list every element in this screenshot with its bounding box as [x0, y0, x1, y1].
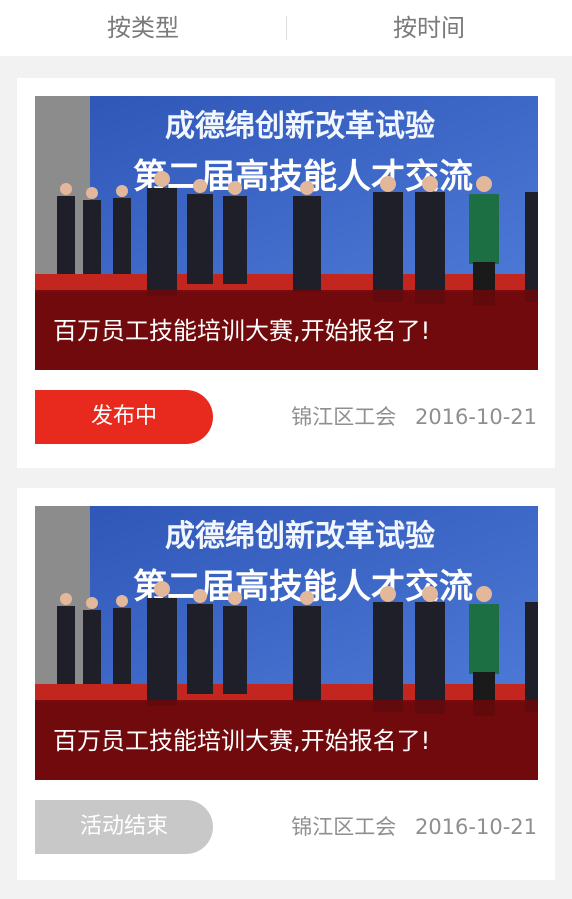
- activity-list: 成德绵创新改革试验 第二届高技能人才交流 百万员工技能培训大赛,开始报名了! 发…: [0, 56, 572, 880]
- organizer: 锦江区工会: [291, 815, 397, 839]
- banner-line-1: 成德绵创新改革试验: [165, 519, 435, 554]
- organizer: 锦江区工会: [291, 405, 397, 429]
- status-badge[interactable]: 活动结束: [35, 800, 213, 854]
- publish-date: 2016-10-21: [414, 815, 537, 839]
- activity-card[interactable]: 成德绵创新改革试验 第二届高技能人才交流: [17, 488, 555, 880]
- tab-by-time[interactable]: 按时间: [286, 0, 572, 56]
- activity-title: 百万员工技能培训大赛,开始报名了!: [53, 727, 431, 755]
- activity-card[interactable]: 成德绵创新改革试验 第二届高技能人才交流: [17, 78, 555, 468]
- activity-title: 百万员工技能培训大赛,开始报名了!: [53, 317, 431, 345]
- tab-by-type[interactable]: 按类型: [0, 0, 286, 56]
- status-badge[interactable]: 发布中: [35, 390, 213, 444]
- tab-divider: [286, 16, 287, 40]
- filter-tab-bar: 按类型 按时间: [0, 0, 572, 56]
- publish-date: 2016-10-21: [414, 405, 537, 429]
- activity-meta: 锦江区工会 2016-10-21: [279, 800, 537, 854]
- banner-line-1: 成德绵创新改革试验: [165, 109, 435, 144]
- activity-photo[interactable]: 成德绵创新改革试验 第二届高技能人才交流 百万员工技能培训大赛,开始报名了!: [35, 506, 538, 780]
- activity-photo[interactable]: 成德绵创新改革试验 第二届高技能人才交流 百万员工技能培训大赛,开始报名了!: [35, 96, 538, 370]
- activity-meta: 锦江区工会 2016-10-21: [279, 390, 537, 444]
